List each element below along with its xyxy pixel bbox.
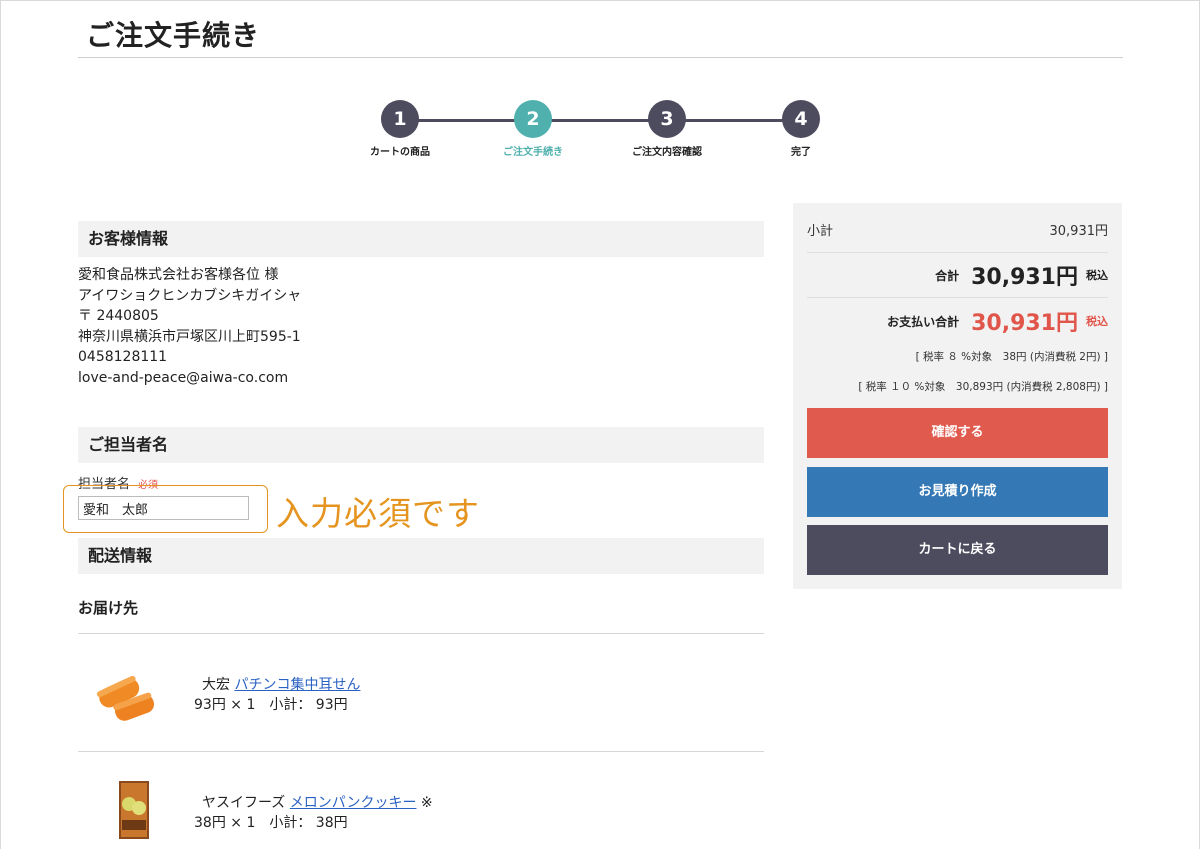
step-complete: 4 完了 <box>741 100 861 158</box>
payment-total-row: お支払い合計 30,931円 税込 <box>887 305 1108 337</box>
subtotal-row: 小計 30,931円 <box>807 220 1108 239</box>
step-number: 4 <box>782 100 820 138</box>
tax-included-label: 税込 <box>1086 269 1108 282</box>
item-title: 大宏 パチンコ集中耳せん <box>202 674 360 694</box>
customer-info: 愛和食品株式会社お客様各位 様 アイワショクヒンカブシキガイシャ 〒 24408… <box>78 265 301 388</box>
subtotal-value: 30,931円 <box>1049 224 1109 239</box>
list-item: 大宏 パチンコ集中耳せん 93円 × 1 小計： 93円 <box>78 650 764 750</box>
divider <box>78 633 764 634</box>
subtotal-label: 小計 <box>807 224 834 239</box>
item-maker: 大宏 <box>202 677 230 693</box>
step-number: 2 <box>514 100 552 138</box>
step-label: ご注文内容確認 <box>632 147 702 158</box>
confirm-button[interactable]: 確認する <box>807 408 1108 458</box>
total-row: 合計 30,931円 税込 <box>935 259 1108 291</box>
customer-address: 神奈川県横浜市戸塚区川上町595-1 <box>78 328 301 345</box>
customer-email: love-and-peace@aiwa-co.com <box>78 369 289 386</box>
item-price: 38円 × 1 小計： 38円 <box>194 815 348 831</box>
item-maker: ヤスイフーズ <box>202 795 286 811</box>
item-title: ヤスイフーズ メロンパンクッキー ※ <box>202 792 433 812</box>
total-value: 30,931円 <box>971 265 1078 290</box>
create-quote-button[interactable]: お見積り作成 <box>807 467 1108 517</box>
step-order-confirm: 3 ご注文内容確認 <box>607 100 727 158</box>
product-link[interactable]: メロンパンクッキー <box>290 795 417 811</box>
divider <box>807 297 1108 298</box>
list-item: ヤスイフーズ メロンパンクッキー ※ 38円 × 1 小計： 38円 <box>78 768 764 849</box>
total-label: 合計 <box>935 268 960 283</box>
order-summary-panel: 小計 30,931円 合計 30,931円 税込 お支払い合計 30,931円 税込 [… <box>793 203 1122 589</box>
progress-steps: 1 カートの商品 2 ご注文手続き 3 ご注文内容確認 4 完了 <box>340 100 860 160</box>
item-price: 93円 × 1 小計： 93円 <box>194 697 348 713</box>
page-title: ご注文手続き <box>86 19 261 52</box>
step-label: ご注文手続き <box>503 147 563 158</box>
payment-total-label: お支払い合計 <box>887 314 960 329</box>
back-to-cart-button[interactable]: カートに戻る <box>807 525 1108 575</box>
delivery-heading: 配送情報 <box>78 538 764 574</box>
customer-name: 愛和食品株式会社お客様各位 様 <box>78 267 279 283</box>
customer-info-heading: お客様情報 <box>78 221 764 257</box>
item-note-mark: ※ <box>420 795 433 811</box>
product-image-cookie <box>78 768 188 849</box>
tax-included-label: 税込 <box>1086 315 1108 328</box>
contact-name-input[interactable] <box>78 496 249 520</box>
product-image-earplugs <box>78 650 188 750</box>
contact-heading: ご担当者名 <box>78 427 764 463</box>
step-number: 1 <box>381 100 419 138</box>
step-label: 完了 <box>791 147 811 158</box>
tax-10-breakdown: [ 税率 １０ %対象 30,893円 (内消費税 2,808円) ] <box>858 381 1108 393</box>
tax-8-breakdown: [ 税率 ８ %対象 38円 (内消費税 2円) ] <box>915 351 1108 363</box>
step-number: 3 <box>648 100 686 138</box>
divider <box>807 252 1108 253</box>
required-annotation: 入力必須です <box>276 494 480 533</box>
customer-postal-code: 〒 2440805 <box>78 308 159 324</box>
customer-kana: アイワショクヒンカブシキガイシャ <box>78 287 302 304</box>
step-cart: 1 カートの商品 <box>340 100 460 158</box>
step-label: カートの商品 <box>370 147 430 158</box>
delivery-destination-label: お届け先 <box>78 599 139 617</box>
step-order-procedure: 2 ご注文手続き <box>473 100 593 158</box>
customer-phone: 0458128111 <box>78 349 168 365</box>
payment-total-value: 30,931円 <box>971 311 1078 336</box>
divider <box>78 751 764 752</box>
product-link[interactable]: パチンコ集中耳せん <box>234 677 360 693</box>
title-divider <box>78 57 1123 58</box>
